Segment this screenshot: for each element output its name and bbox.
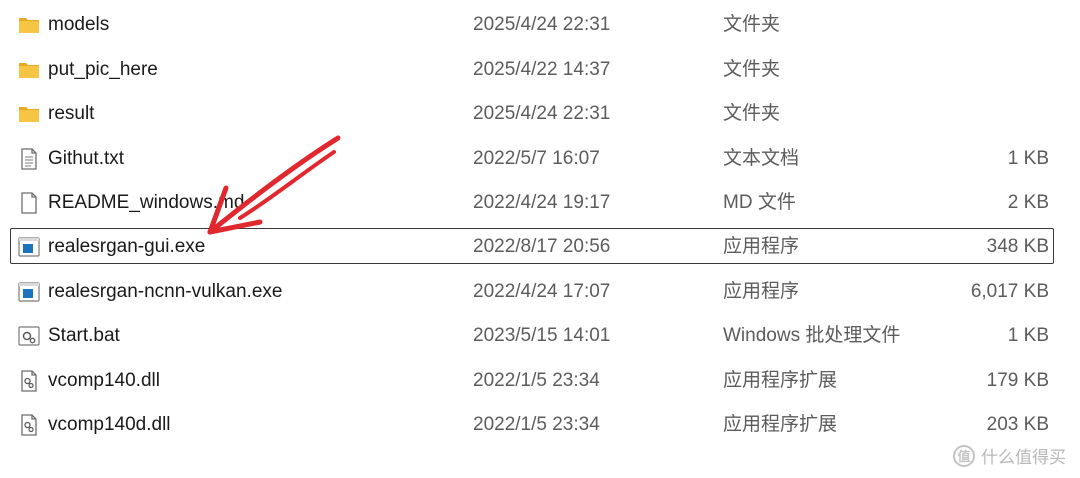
file-row-readme-windows-md[interactable]: README_windows.md 2022/4/24 19:17 MD 文件 … — [10, 184, 1054, 220]
file-name: realesrgan-gui.exe — [48, 236, 206, 257]
file-size: 179 KB — [986, 370, 1049, 391]
file-name: vcomp140d.dll — [48, 414, 171, 435]
file-type: Windows 批处理文件 — [723, 325, 901, 346]
file-type: 文本文档 — [723, 148, 800, 169]
file-type: 应用程序扩展 — [723, 414, 838, 435]
file-row-models[interactable]: models 2025/4/24 22:31 文件夹 — [10, 6, 1054, 42]
file-size: 1 KB — [1007, 325, 1049, 346]
file-row-result[interactable]: result 2025/4/24 22:31 文件夹 — [10, 95, 1054, 131]
file-name: models — [48, 14, 110, 35]
file-type: 文件夹 — [723, 14, 781, 35]
file-date: 2022/1/5 23:34 — [473, 370, 600, 391]
folder-icon — [17, 13, 41, 37]
watermark: 值 什么值得买 — [953, 443, 1066, 468]
file-date: 2025/4/24 22:31 — [473, 14, 611, 35]
file-date: 2025/4/22 14:37 — [473, 59, 611, 80]
file-type: 文件夹 — [723, 103, 781, 124]
dll-file-icon — [17, 413, 41, 437]
file-name: vcomp140.dll — [48, 370, 160, 391]
file-row-vcomp140-dll[interactable]: vcomp140.dll 2022/1/5 23:34 应用程序扩展 179 K… — [10, 362, 1054, 398]
blank-file-icon — [17, 191, 41, 215]
file-date: 2022/4/24 19:17 — [473, 192, 611, 213]
file-date: 2022/4/24 17:07 — [473, 281, 611, 302]
file-row-githut-txt[interactable]: Githut.txt 2022/5/7 16:07 文本文档 1 KB — [10, 140, 1054, 176]
file-size: 348 KB — [986, 236, 1049, 257]
file-name: Start.bat — [48, 325, 120, 346]
dll-file-icon — [17, 369, 41, 393]
file-row-put-pic-here[interactable]: put_pic_here 2025/4/22 14:37 文件夹 — [10, 51, 1054, 87]
watermark-logo: 值 — [953, 444, 975, 467]
file-date: 2022/1/5 23:34 — [473, 414, 600, 435]
file-type: 文件夹 — [723, 59, 781, 80]
file-name: README_windows.md — [48, 192, 245, 213]
file-type: MD 文件 — [723, 192, 796, 213]
file-type: 应用程序扩展 — [723, 370, 838, 391]
batch-file-icon — [17, 324, 41, 348]
file-type: 应用程序 — [723, 236, 800, 257]
application-icon — [17, 235, 41, 259]
file-size: 6,017 KB — [970, 281, 1049, 302]
file-row-realesrgan-ncnn-vulkan-exe[interactable]: realesrgan-ncnn-vulkan.exe 2022/4/24 17:… — [10, 273, 1054, 309]
watermark-text: 什么值得买 — [981, 448, 1066, 467]
file-row-realesrgan-gui-exe[interactable]: realesrgan-gui.exe 2022/8/17 20:56 应用程序 … — [10, 228, 1054, 264]
file-row-vcomp140d-dll[interactable]: vcomp140d.dll 2022/1/5 23:34 应用程序扩展 203 … — [10, 406, 1054, 442]
folder-icon — [17, 58, 41, 82]
text-file-icon — [17, 147, 41, 171]
file-size: 1 KB — [1007, 148, 1049, 169]
file-name: result — [48, 103, 95, 124]
file-size: 2 KB — [1007, 192, 1049, 213]
file-name: realesrgan-ncnn-vulkan.exe — [48, 281, 283, 302]
folder-icon — [17, 102, 41, 126]
file-date: 2023/5/15 14:01 — [473, 325, 611, 346]
file-name: put_pic_here — [48, 59, 158, 80]
file-size: 203 KB — [986, 414, 1049, 435]
file-name: Githut.txt — [48, 148, 125, 169]
file-date: 2022/5/7 16:07 — [473, 148, 600, 169]
application-icon — [17, 280, 41, 304]
file-date: 2022/8/17 20:56 — [473, 236, 611, 257]
file-row-start-bat[interactable]: Start.bat 2023/5/15 14:01 Windows 批处理文件 … — [10, 317, 1054, 353]
file-type: 应用程序 — [723, 281, 800, 302]
file-date: 2025/4/24 22:31 — [473, 103, 611, 124]
